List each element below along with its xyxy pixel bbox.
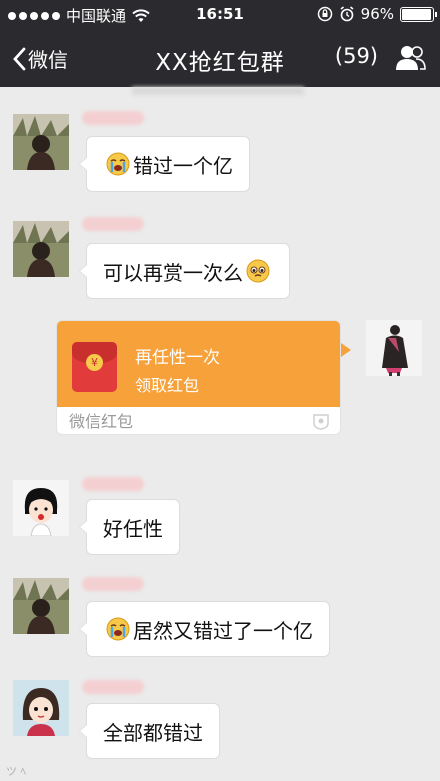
watermark: ツ ﾍ <box>6 765 26 778</box>
avatar-photo-icon <box>13 578 69 634</box>
avatar[interactable] <box>13 578 69 634</box>
avatar-photo-icon <box>13 114 69 170</box>
nickname-blurred <box>82 217 144 231</box>
status-bar: 中国联通 16:51 96% <box>0 0 440 30</box>
rotation-lock-icon <box>317 6 332 22</box>
avatar-cartoon-icon <box>13 480 69 536</box>
battery-percent: 96% <box>360 5 394 23</box>
red-packet-footer: 微信红包 <box>69 412 134 431</box>
crying-face-icon <box>106 617 130 641</box>
avatar[interactable] <box>13 221 69 277</box>
nickname-blurred <box>82 680 144 694</box>
message-bubble[interactable]: 居然又错过了一个亿 <box>79 601 330 657</box>
member-count: (59) <box>334 44 378 68</box>
pleading-face-icon <box>246 259 270 283</box>
battery-icon <box>400 6 437 22</box>
message-bubble[interactable]: 错过一个亿 <box>79 136 250 192</box>
alarm-icon <box>340 6 354 22</box>
message-text: 全部都错过 <box>103 720 203 745</box>
nickname-blurred <box>82 111 144 125</box>
avatar[interactable] <box>13 480 69 536</box>
chat-area[interactable]: 错过一个亿 可以再赏一次么 ¥ 再任性一次 领取红包 微信红包 好任性 居然又错… <box>0 87 440 781</box>
red-envelope-icon: ¥ <box>72 342 117 392</box>
avatar-photo-icon <box>366 320 422 376</box>
message-text: 错过一个亿 <box>133 153 233 178</box>
battery-fill <box>402 8 431 20</box>
message-bubble[interactable]: 好任性 <box>79 499 180 555</box>
avatar-cartoon-icon <box>13 680 69 736</box>
group-members-button[interactable] <box>396 45 426 75</box>
obscured-text <box>132 87 304 95</box>
coin-icon: ¥ <box>86 354 103 371</box>
red-packet-title: 再任性一次 <box>135 348 220 368</box>
message-text: 居然又错过了一个亿 <box>133 618 313 643</box>
nickname-blurred <box>82 477 144 491</box>
message-text: 好任性 <box>103 516 163 541</box>
wechat-pay-icon <box>313 414 329 430</box>
red-packet-subtitle: 领取红包 <box>135 376 200 395</box>
self-avatar[interactable] <box>366 320 422 376</box>
message-bubble[interactable]: 可以再赏一次么 <box>79 243 290 299</box>
people-icon <box>396 46 426 70</box>
avatar-photo-icon <box>13 221 69 277</box>
nav-bar: 微信 XX抢红包群 (59) <box>0 30 440 87</box>
avatar[interactable] <box>13 680 69 736</box>
red-packet-body: ¥ 再任性一次 领取红包 <box>57 321 340 407</box>
message-bubble[interactable]: 全部都错过 <box>79 703 220 759</box>
message-text: 可以再赏一次么 <box>103 260 243 285</box>
status-right: 96% <box>317 5 437 23</box>
red-packet-card[interactable]: ¥ 再任性一次 领取红包 微信红包 <box>56 320 341 435</box>
nickname-blurred <box>82 577 144 591</box>
avatar[interactable] <box>13 114 69 170</box>
bubble-tail <box>341 343 351 357</box>
crying-face-icon <box>106 152 130 176</box>
